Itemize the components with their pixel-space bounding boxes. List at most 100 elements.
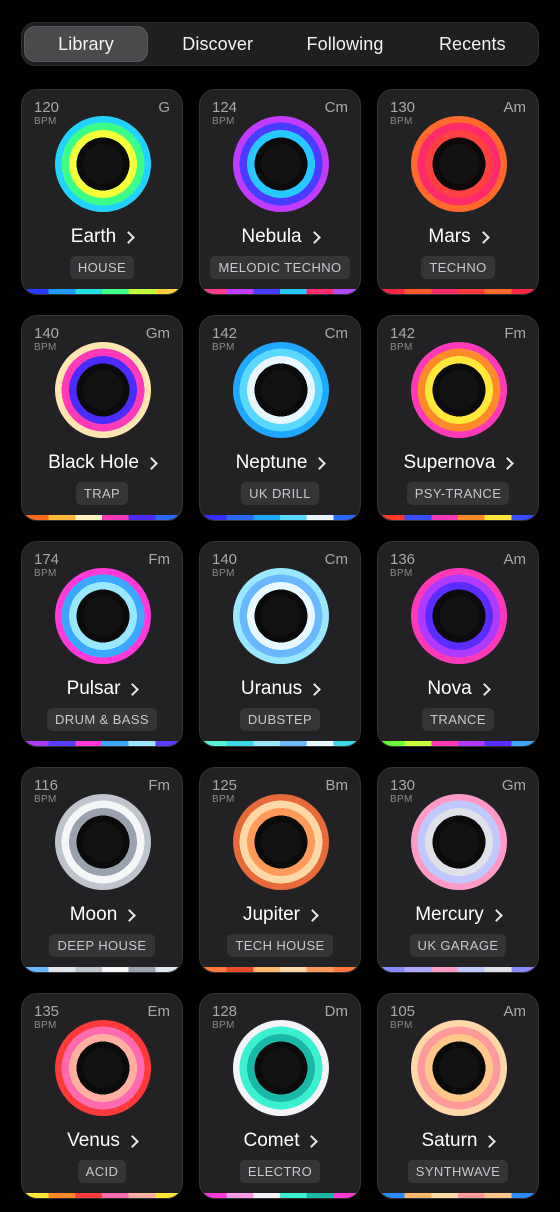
- genre-badge: TRANCE: [422, 708, 494, 731]
- track-title-row[interactable]: Nova: [378, 678, 538, 700]
- bpm-value: 124: [212, 99, 238, 116]
- planet-orb-icon: [55, 794, 151, 890]
- track-card[interactable]: 136 BPM Am Nova TRANCE: [377, 541, 539, 747]
- track-title-row[interactable]: Comet: [200, 1130, 360, 1152]
- track-title: Nebula: [241, 226, 302, 247]
- bpm-unit-label: BPM: [390, 794, 413, 805]
- planet-orb-icon: [55, 1020, 151, 1116]
- bpm-unit-label: BPM: [212, 342, 235, 353]
- key-label: Am: [503, 551, 527, 568]
- chevron-right-icon: [122, 231, 136, 244]
- track-title-row[interactable]: Mercury: [378, 904, 538, 926]
- tab-recents[interactable]: Recents: [409, 26, 536, 62]
- orb-center: [439, 1048, 479, 1088]
- chevron-right-icon: [307, 231, 321, 244]
- bpm-unit-label: BPM: [390, 568, 413, 579]
- color-stripe: [22, 289, 182, 294]
- planet-orb-icon: [411, 794, 507, 890]
- track-title-row[interactable]: Pulsar: [22, 678, 182, 700]
- bpm-unit-label: BPM: [212, 1020, 235, 1031]
- chevron-right-icon: [305, 1135, 319, 1148]
- bpm-value: 116: [34, 777, 58, 794]
- bpm-value: 142: [390, 325, 416, 342]
- track-card[interactable]: 174 BPM Fm Pulsar DRUM & BASS: [21, 541, 183, 747]
- track-title: Comet: [243, 1130, 300, 1151]
- track-title: Uranus: [240, 678, 303, 699]
- orb-center: [83, 1048, 123, 1088]
- track-card[interactable]: 130 BPM Gm Mercury UK GARAGE: [377, 767, 539, 973]
- genre-wrap: SYNTHWAVE: [378, 1160, 538, 1183]
- track-card[interactable]: 116 BPM Fm Moon DEEP HOUSE: [21, 767, 183, 973]
- track-card[interactable]: 125 BPM Bm Jupiter TECH HOUSE: [199, 767, 361, 973]
- key-label: Am: [503, 1003, 527, 1020]
- genre-badge: ELECTRO: [239, 1160, 321, 1183]
- track-card[interactable]: 142 BPM Fm Supernova PSY-TRANCE: [377, 315, 539, 521]
- genre-badge: ACID: [77, 1160, 127, 1183]
- track-card[interactable]: 120 BPM G Earth HOUSE: [21, 89, 183, 295]
- color-stripe: [22, 515, 182, 520]
- track-card[interactable]: 128 BPM Dm Comet ELECTRO: [199, 993, 361, 1199]
- track-card[interactable]: 142 BPM Cm Neptune UK DRILL: [199, 315, 361, 521]
- bpm-value: 128: [212, 1003, 238, 1020]
- genre-badge: DUBSTEP: [239, 708, 321, 731]
- track-title-row[interactable]: Neptune: [200, 452, 360, 474]
- color-stripe: [378, 515, 538, 520]
- track-title-row[interactable]: Earth: [22, 226, 182, 248]
- color-stripe: [22, 967, 182, 972]
- color-stripe: [200, 289, 360, 294]
- orb-center: [261, 370, 301, 410]
- track-title: Jupiter: [242, 904, 301, 925]
- track-grid: 120 BPM G Earth HOUSE 124 BPM Cm Nebula …: [21, 89, 539, 1199]
- track-title: Pulsar: [66, 678, 121, 699]
- chevron-right-icon: [145, 457, 158, 470]
- track-title-row[interactable]: Jupiter: [200, 904, 360, 926]
- genre-badge: PSY-TRANCE: [406, 482, 510, 505]
- genre-wrap: DEEP HOUSE: [22, 934, 182, 957]
- genre-badge: TECHNO: [421, 256, 495, 279]
- chevron-right-icon: [489, 909, 503, 922]
- track-title: Neptune: [235, 452, 308, 473]
- bpm-value: 130: [390, 99, 416, 116]
- track-title-row[interactable]: Mars: [378, 226, 538, 248]
- key-label: Gm: [145, 325, 170, 342]
- key-label: Fm: [148, 777, 170, 794]
- track-title-row[interactable]: Nebula: [200, 226, 360, 248]
- color-stripe: [200, 741, 360, 746]
- planet-orb-icon: [233, 342, 329, 438]
- track-title-row[interactable]: Supernova: [378, 452, 538, 474]
- track-card[interactable]: 130 BPM Am Mars TECHNO: [377, 89, 539, 295]
- track-title-row[interactable]: Venus: [22, 1130, 182, 1152]
- orb-center: [83, 370, 123, 410]
- track-title: Moon: [69, 904, 118, 925]
- color-stripe: [22, 741, 182, 746]
- track-card[interactable]: 140 BPM Cm Uranus DUBSTEP: [199, 541, 361, 747]
- orb-center: [261, 596, 301, 636]
- track-title-row[interactable]: Moon: [22, 904, 182, 926]
- track-title-row[interactable]: Saturn: [378, 1130, 538, 1152]
- bpm-unit-label: BPM: [390, 342, 413, 353]
- bpm-value: 140: [34, 325, 60, 342]
- track-title-row[interactable]: Black Hole: [22, 452, 182, 474]
- genre-badge: MELODIC TECHNO: [210, 256, 350, 279]
- segmented-tab-bar: Library Discover Following Recents: [21, 22, 539, 66]
- track-title-row[interactable]: Uranus: [200, 678, 360, 700]
- bpm-value: 174: [34, 551, 60, 568]
- key-label: Am: [503, 99, 527, 116]
- chevron-right-icon: [477, 683, 491, 696]
- track-card[interactable]: 135 BPM Em Venus ACID: [21, 993, 183, 1199]
- key-label: Cm: [324, 551, 348, 568]
- tab-library[interactable]: Library: [24, 26, 148, 62]
- tab-following[interactable]: Following: [281, 26, 408, 62]
- tab-discover[interactable]: Discover: [154, 26, 281, 62]
- bpm-unit-label: BPM: [212, 568, 235, 579]
- track-card[interactable]: 105 BPM Am Saturn SYNTHWAVE: [377, 993, 539, 1199]
- key-label: Cm: [324, 325, 348, 342]
- planet-orb-icon: [233, 794, 329, 890]
- genre-wrap: UK DRILL: [200, 482, 360, 505]
- color-stripe: [378, 1193, 538, 1198]
- genre-wrap: ACID: [22, 1160, 182, 1183]
- track-card[interactable]: 124 BPM Cm Nebula MELODIC TECHNO: [199, 89, 361, 295]
- bpm-value: 120: [34, 99, 60, 116]
- color-stripe: [200, 1193, 360, 1198]
- track-card[interactable]: 140 BPM Gm Black Hole TRAP: [21, 315, 183, 521]
